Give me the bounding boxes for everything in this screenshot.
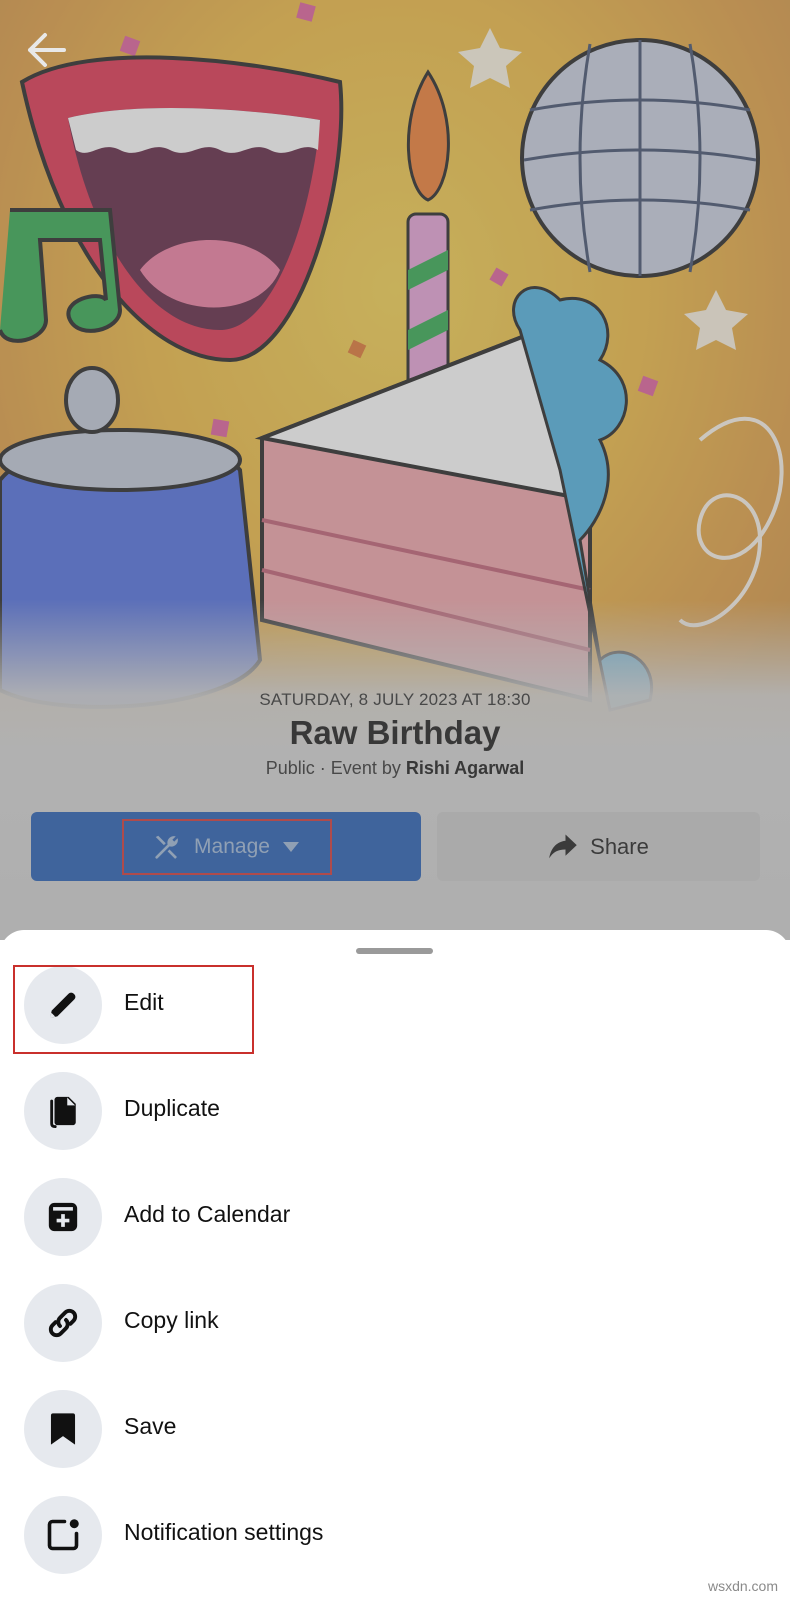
menu-item-duplicate[interactable]: Duplicate xyxy=(0,1068,790,1154)
menu-item-label: Edit xyxy=(124,989,164,1015)
menu-item-add-to-calendar[interactable]: Add to Calendar xyxy=(0,1174,790,1260)
calendar-icon-circle xyxy=(24,1178,102,1256)
menu-item-label: Copy link xyxy=(124,1307,219,1333)
pencil-icon xyxy=(50,992,76,1018)
save-icon-circle xyxy=(24,1390,102,1468)
menu-item-label: Save xyxy=(124,1413,177,1439)
menu-item-label: Duplicate xyxy=(124,1095,220,1121)
back-button[interactable] xyxy=(18,26,74,74)
watermark: wsxdn.com xyxy=(707,1578,778,1594)
sheet-drag-handle[interactable] xyxy=(356,948,433,954)
back-arrow-icon xyxy=(28,33,66,67)
notification-icon-circle xyxy=(24,1496,102,1574)
bookmark-icon xyxy=(50,1413,76,1445)
menu-item-notification-settings[interactable]: Notification settings xyxy=(0,1492,790,1578)
menu-item-save[interactable]: Save xyxy=(0,1386,790,1472)
copy-icon xyxy=(50,1096,76,1128)
link-icon xyxy=(48,1308,78,1338)
manage-bottom-sheet: Edit Duplicate Add to Calendar Copy link… xyxy=(0,930,790,1600)
menu-item-label: Notification settings xyxy=(124,1519,324,1545)
edit-icon-circle xyxy=(24,966,102,1044)
calendar-plus-icon xyxy=(48,1202,78,1232)
duplicate-icon-circle xyxy=(24,1072,102,1150)
modal-backdrop[interactable] xyxy=(0,0,790,940)
notification-icon xyxy=(47,1519,79,1551)
link-icon-circle xyxy=(24,1284,102,1362)
menu-item-edit[interactable]: Edit xyxy=(0,962,790,1048)
menu-item-label: Add to Calendar xyxy=(124,1201,291,1227)
menu-item-copy-link[interactable]: Copy link xyxy=(0,1280,790,1366)
